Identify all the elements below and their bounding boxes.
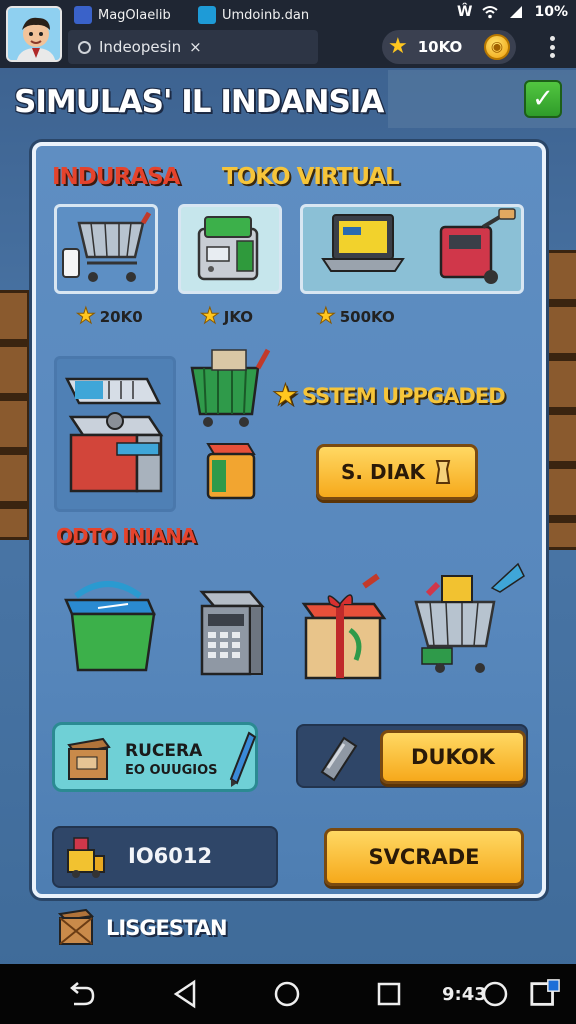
confirm-button[interactable]: ✓ xyxy=(524,80,562,118)
deal-button[interactable]: S. DIAK xyxy=(316,444,478,500)
signal-icon xyxy=(510,6,523,18)
left-shelf-decoration xyxy=(0,290,30,540)
address-bar[interactable]: Indeopesin × xyxy=(68,30,318,64)
price-cart-value: 20K0 xyxy=(99,308,143,326)
star-icon: ★ xyxy=(272,378,300,414)
back-triangle-icon[interactable] xyxy=(170,978,200,1010)
panel-header-right: TOKO VIRTUAL xyxy=(222,164,400,190)
screenshot-icon[interactable] xyxy=(528,978,562,1010)
network-icon: Ŵ xyxy=(457,4,473,20)
card-reader-icon xyxy=(320,736,358,782)
price-register: ★ JKO xyxy=(200,304,254,329)
cardboard-box-icon xyxy=(67,737,111,780)
search-icon xyxy=(78,40,91,54)
tab-favicon-icon xyxy=(74,6,92,24)
tag-icon xyxy=(435,460,451,484)
tab-1-label: MagOlaelib xyxy=(98,7,171,23)
upgrade-banner-text: SSTEM UPPGADED xyxy=(301,383,506,408)
clear-address-icon[interactable]: × xyxy=(189,38,202,56)
coin-counter[interactable]: ★ 10KO ◉ xyxy=(382,30,516,64)
upgrade-button-label: SVCRADE xyxy=(368,845,480,869)
avatar-portrait-icon xyxy=(8,8,60,60)
battery-percent: 10% xyxy=(534,4,568,20)
price-cart: ★ 20K0 xyxy=(76,304,143,329)
price-laptop: ★ 500KO xyxy=(316,304,395,329)
circle-icon[interactable] xyxy=(480,978,510,1010)
balance-strip: IO6012 xyxy=(52,826,278,888)
bundle-title: RUCERA xyxy=(125,741,203,761)
green-basket-icon xyxy=(190,348,271,427)
android-nav-bar: 9:43 xyxy=(0,964,576,1024)
bottom-label: LISGESTAN xyxy=(106,916,228,940)
delivery-truck-icon xyxy=(67,837,105,878)
star-icon: ★ xyxy=(76,304,97,329)
back-arrow-icon[interactable] xyxy=(66,978,96,1010)
home-circle-icon[interactable] xyxy=(272,978,302,1010)
section-label: ODTO INIANA xyxy=(56,524,197,548)
overflow-menu-icon[interactable] xyxy=(550,36,556,58)
tab-favicon-icon xyxy=(198,6,216,24)
deal-button-label: S. DIAK xyxy=(341,460,425,484)
player-avatar[interactable] xyxy=(6,6,62,62)
recents-square-icon[interactable] xyxy=(374,978,404,1010)
browser-tab-2[interactable]: Umdoinb.dan xyxy=(198,2,322,28)
price-laptop-value: 500KO xyxy=(339,308,395,326)
bundle-card[interactable]: RUCERA EO OUUGIOS xyxy=(52,722,258,792)
tab-2-label: Umdoinb.dan xyxy=(222,7,310,23)
shop-item-register[interactable] xyxy=(178,204,282,294)
game-title: SIMULAS' IL INDANSIA xyxy=(14,84,384,120)
vending-station-icon xyxy=(64,377,164,493)
laptop-terminal-icon xyxy=(321,208,516,284)
shopping-cart-icon xyxy=(62,211,152,282)
star-icon: ★ xyxy=(388,34,408,59)
atm-machine-icon[interactable] xyxy=(188,582,274,682)
store-panel: INDURASA TOKO VIRTUAL ★ 20K0 ★ JKO ★ 500… xyxy=(32,142,546,898)
balance-value: IO6012 xyxy=(128,844,213,868)
status-bar: Ŵ 10% xyxy=(457,4,568,20)
coin-icon: ◉ xyxy=(484,34,510,60)
shop-item-cart[interactable] xyxy=(54,204,158,294)
upgrade-button[interactable]: SVCRADE xyxy=(324,828,524,886)
bundle-subtitle: EO OUUGIOS xyxy=(125,763,218,778)
gift-box-icon[interactable] xyxy=(294,570,394,686)
dukok-button[interactable]: DUKOK xyxy=(380,730,526,784)
star-icon: ★ xyxy=(316,304,337,329)
crate-icon xyxy=(57,908,95,945)
dukok-button-label: DUKOK xyxy=(411,745,495,769)
pen-icon xyxy=(229,731,257,787)
shop-item-laptop[interactable] xyxy=(300,204,524,294)
coin-amount: 10KO xyxy=(417,38,463,56)
featured-machine[interactable] xyxy=(54,356,176,512)
browser-tab-1[interactable]: MagOlaelib xyxy=(74,2,194,28)
right-shelf-decoration xyxy=(546,250,576,550)
cash-register-icon xyxy=(197,216,259,281)
wifi-icon xyxy=(482,6,499,19)
panel-header-left: INDURASA xyxy=(52,164,180,190)
star-icon: ★ xyxy=(200,304,221,329)
full-cart-icon[interactable] xyxy=(410,558,528,680)
orange-crate-icon xyxy=(206,443,256,500)
upgrade-banner: ★ SSTEM UPPGADED xyxy=(272,378,506,414)
address-text: Indeopesin xyxy=(99,38,182,56)
browser-top-bar: MagOlaelib Umdoinb.dan Ŵ 10% Indeopesin … xyxy=(0,0,576,68)
green-storage-bin-icon[interactable] xyxy=(58,570,158,680)
price-register-value: JKO xyxy=(223,308,254,326)
